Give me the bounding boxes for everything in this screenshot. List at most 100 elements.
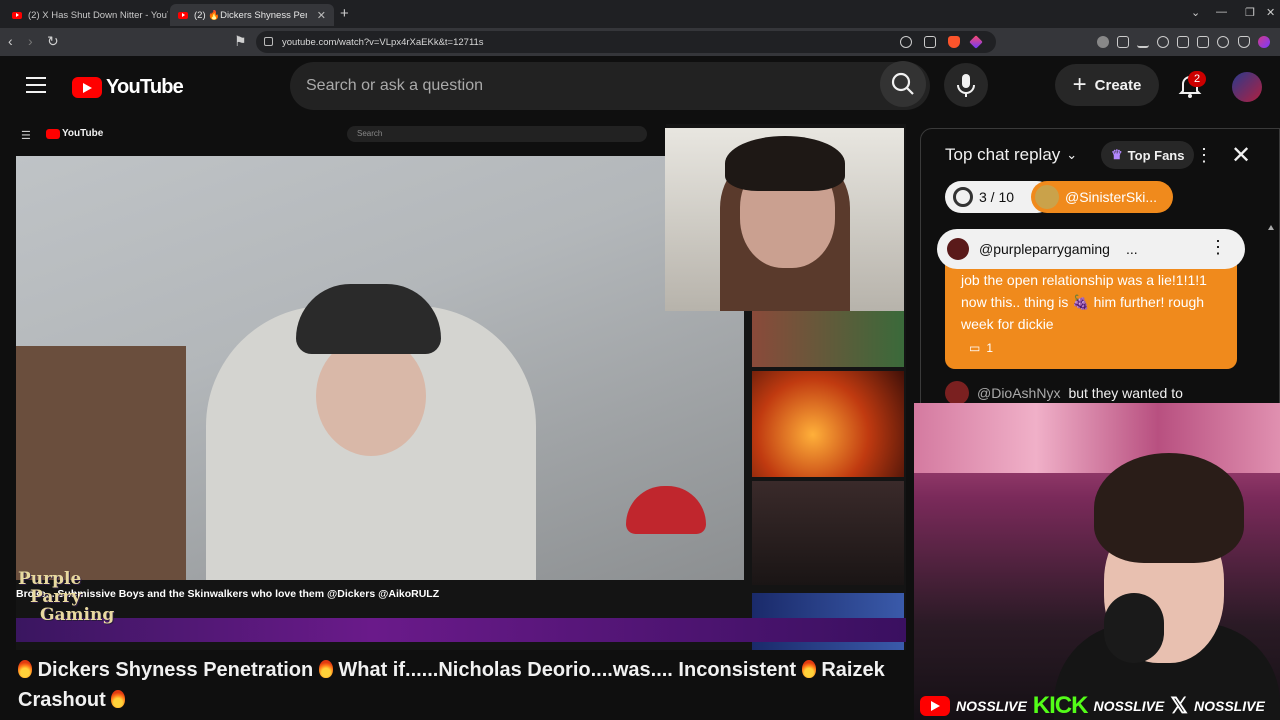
chevron-down-icon: ⌄ — [1066, 147, 1078, 162]
chat-header-title: Top chat replay — [945, 145, 1061, 164]
browser-tab[interactable]: (2) X Has Shut Down Nitter - YouTube — [4, 4, 168, 26]
profile-icon[interactable] — [1258, 36, 1270, 48]
reply-count-number: 1 — [986, 341, 994, 355]
tab-title: (2) X Has Shut Down Nitter - YouTube — [28, 9, 168, 21]
site-info-icon[interactable] — [264, 37, 273, 46]
thumbnail — [752, 311, 904, 367]
embedded-play-icon — [46, 128, 60, 139]
logo-line: Purple — [18, 569, 82, 589]
voice-search-button[interactable] — [944, 63, 988, 107]
wallet-icon[interactable] — [1197, 36, 1209, 48]
figure-shelf — [914, 403, 1280, 473]
zoom-icon[interactable] — [900, 36, 912, 48]
main-stream-video — [16, 156, 744, 580]
thumbnail — [752, 481, 904, 585]
pinned-ellipsis: ... — [1125, 241, 1138, 257]
back-icon[interactable]: ‹ — [8, 33, 13, 49]
plus-icon: + — [1072, 71, 1087, 98]
download-icon[interactable] — [1137, 36, 1149, 48]
title-part: What if......Nicholas Deorio....was.... … — [338, 659, 797, 681]
create-button[interactable]: + Create — [1055, 64, 1159, 106]
leo-icon[interactable] — [1217, 36, 1229, 48]
youtube-favicon-icon — [178, 11, 188, 19]
webcam-overlay — [665, 128, 904, 311]
notification-count-badge: 2 — [1188, 71, 1206, 87]
close-chat-icon[interactable]: ✕ — [1231, 141, 1251, 170]
top-fans-button[interactable]: ♛ Top Fans — [1101, 141, 1195, 169]
crown-icon: ♛ — [1111, 147, 1123, 162]
tab-search-icon[interactable]: ⌄ — [1191, 6, 1200, 19]
fire-emoji-icon — [111, 690, 126, 708]
youtube-handle: NOSSLIVE — [956, 698, 1027, 714]
search-icon — [891, 72, 914, 95]
chat-scrollbar[interactable] — [1267, 225, 1275, 405]
thumbnail — [752, 371, 904, 477]
youtube-favicon-icon — [12, 11, 22, 19]
chat-text: but they wanted to — [1068, 385, 1183, 401]
pinned-avatar — [947, 238, 969, 260]
poll-ring-icon — [953, 187, 973, 207]
microphone-icon — [957, 74, 975, 97]
chat-message: @DioAshNyx but they wanted to — [945, 381, 1183, 405]
embedded-search: Search — [347, 126, 647, 142]
pinned-more-icon[interactable]: ⋮ — [1209, 237, 1227, 258]
media-icon[interactable] — [1157, 36, 1169, 48]
ticker-avatar — [1035, 185, 1059, 209]
puzzle-icon[interactable] — [1117, 36, 1129, 48]
red-cap-shape — [626, 486, 706, 534]
create-label: Create — [1094, 76, 1142, 94]
top-fans-label: Top Fans — [1127, 147, 1185, 163]
search-button[interactable] — [880, 61, 926, 107]
reload-icon[interactable]: ↻ — [47, 33, 59, 50]
scroll-up-icon[interactable] — [1268, 225, 1274, 230]
purple-parry-logo: Purple Parry Gaming — [18, 570, 128, 640]
minimize-icon[interactable]: — — [1216, 6, 1227, 18]
chat-mode-dropdown[interactable]: Top chat replay ⌄ — [945, 145, 1077, 165]
youtube-play-icon — [72, 77, 102, 98]
x-logo-icon: 𝕏 — [1170, 693, 1188, 718]
comment-icon: ▭ — [969, 341, 981, 355]
overlay-band — [16, 618, 906, 642]
brave-shield-icon[interactable] — [948, 36, 960, 48]
close-tab-icon[interactable]: ✕ — [317, 9, 326, 22]
youtube-icon — [920, 696, 950, 716]
pinned-message[interactable]: @purpleparrygaming ... ⋮ — [937, 229, 1245, 269]
embedded-browser-header: ☰ YouTube Search — [16, 124, 666, 156]
logo-text: YouTube — [106, 76, 184, 98]
kick-logo-icon: KICK — [1032, 692, 1089, 719]
logo-line: Gaming — [40, 605, 115, 625]
fire-emoji-icon — [18, 660, 32, 678]
maximize-icon[interactable]: ❐ — [1245, 6, 1255, 19]
streamer-hair — [1094, 453, 1244, 563]
embedded-menu-icon: ☰ — [21, 130, 31, 142]
microphone-shape — [1104, 593, 1164, 663]
youtube-logo[interactable]: YouTube — [72, 76, 184, 99]
user-avatar[interactable] — [1232, 72, 1262, 102]
browser-tab-active[interactable]: (2) 🔥Dickers Shyness Penetration ✕ — [170, 4, 334, 26]
reply-count[interactable]: ▭ 1 — [969, 341, 993, 355]
kick-handle: NOSSLIVE — [1093, 698, 1165, 714]
chat-author: @DioAshNyx — [977, 385, 1061, 401]
extension-icon[interactable] — [1097, 36, 1109, 48]
x-handle: NOSSLIVE — [1194, 698, 1265, 714]
forward-icon[interactable]: › — [28, 33, 33, 49]
new-tab-button[interactable]: + — [340, 5, 349, 22]
sidebar-icon[interactable] — [1177, 36, 1189, 48]
chat-more-icon[interactable]: ⋮ — [1195, 145, 1213, 166]
search-input[interactable]: Search or ask a question — [290, 62, 930, 110]
video-player[interactable]: ☰ YouTube Search Broke... Submissive Boy… — [16, 124, 906, 650]
chat-avatar — [945, 381, 969, 405]
vpn-icon[interactable] — [1238, 36, 1250, 48]
cast-icon[interactable] — [924, 36, 936, 48]
hat-shape — [296, 284, 441, 354]
bookmark-icon[interactable]: ⚑ — [234, 33, 247, 50]
address-toolbar: ‹ › ↻ ⚑ youtube.com/watch?v=VLpx4rXaEKk&… — [0, 28, 1280, 56]
video-title: Dickers Shyness Penetration What if.....… — [18, 655, 898, 715]
close-window-icon[interactable]: ✕ — [1266, 6, 1275, 19]
browser-tab-bar: (2) X Has Shut Down Nitter - YouTube (2)… — [0, 0, 1280, 28]
search-placeholder: Search or ask a question — [306, 77, 483, 94]
url-field[interactable]: youtube.com/watch?v=VLpx4rXaEKk&t=12711s — [256, 31, 996, 53]
embedded-logo-text: YouTube — [62, 128, 104, 139]
sinister-ticker-chip[interactable]: @SinisterSki... — [1031, 181, 1173, 213]
menu-icon[interactable] — [26, 77, 46, 93]
